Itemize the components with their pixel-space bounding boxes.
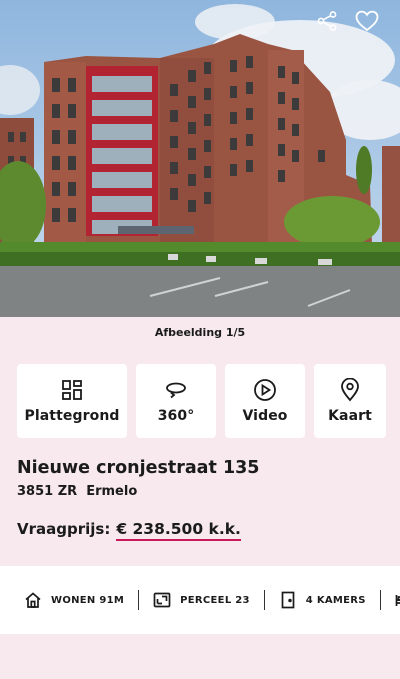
play-icon <box>253 378 277 402</box>
city-name: Ermelo <box>86 484 138 499</box>
tour-360-label: 360° <box>157 408 195 424</box>
divider <box>379 590 381 610</box>
map-label: Kaart <box>328 408 372 424</box>
feature-bedrooms <box>395 591 400 609</box>
video-label: Video <box>242 408 288 424</box>
divider <box>138 590 140 610</box>
price-value: € 238.500 k.k. <box>116 520 241 541</box>
heart-icon[interactable] <box>354 8 380 34</box>
map-pin-icon <box>338 378 362 402</box>
building-image <box>0 0 400 317</box>
feature-label: PERCEEL 23 <box>180 594 250 606</box>
asking-price: Vraagprijs: € 238.500 k.k. <box>17 520 241 541</box>
plot-icon <box>153 591 171 609</box>
map-tile[interactable]: Kaart <box>314 364 386 438</box>
bed-icon <box>395 591 400 609</box>
image-counter: Afbeelding 1/5 <box>154 326 246 339</box>
listing-address: Nieuwe cronjestraat 135 3851 ZR Ermelo <box>17 458 259 499</box>
door-icon <box>279 591 297 609</box>
floorplan-label: Plattegrond <box>24 408 120 424</box>
divider <box>263 590 265 610</box>
media-tiles: Plattegrond 360° Video Kaart <box>17 364 386 438</box>
street-address: Nieuwe cronjestraat 135 <box>17 458 260 478</box>
feature-rooms: 4 KAMERS <box>279 591 366 609</box>
share-icon[interactable] <box>314 8 340 34</box>
feature-label: 4 KAMERS <box>305 594 366 606</box>
feature-plot-area: PERCEEL 23 <box>153 591 250 609</box>
postal-city: 3851 ZR Ermelo <box>17 484 259 499</box>
tour-360-tile[interactable]: 360° <box>136 364 216 438</box>
feature-living-area: WONEN 91M <box>24 591 124 609</box>
rotate-360-icon <box>164 378 188 402</box>
house-icon <box>24 591 42 609</box>
postal-code: 3851 ZR <box>17 484 78 499</box>
features-bar[interactable]: WONEN 91M PERCEEL 23 4 KAMERS <box>0 566 400 634</box>
floorplan-icon <box>60 378 84 402</box>
floorplan-tile[interactable]: Plattegrond <box>17 364 127 438</box>
price-label: Vraagprijs: <box>17 520 111 538</box>
video-tile[interactable]: Video <box>225 364 305 438</box>
feature-label: WONEN 91M <box>51 594 125 606</box>
listing-photo[interactable] <box>0 0 400 317</box>
